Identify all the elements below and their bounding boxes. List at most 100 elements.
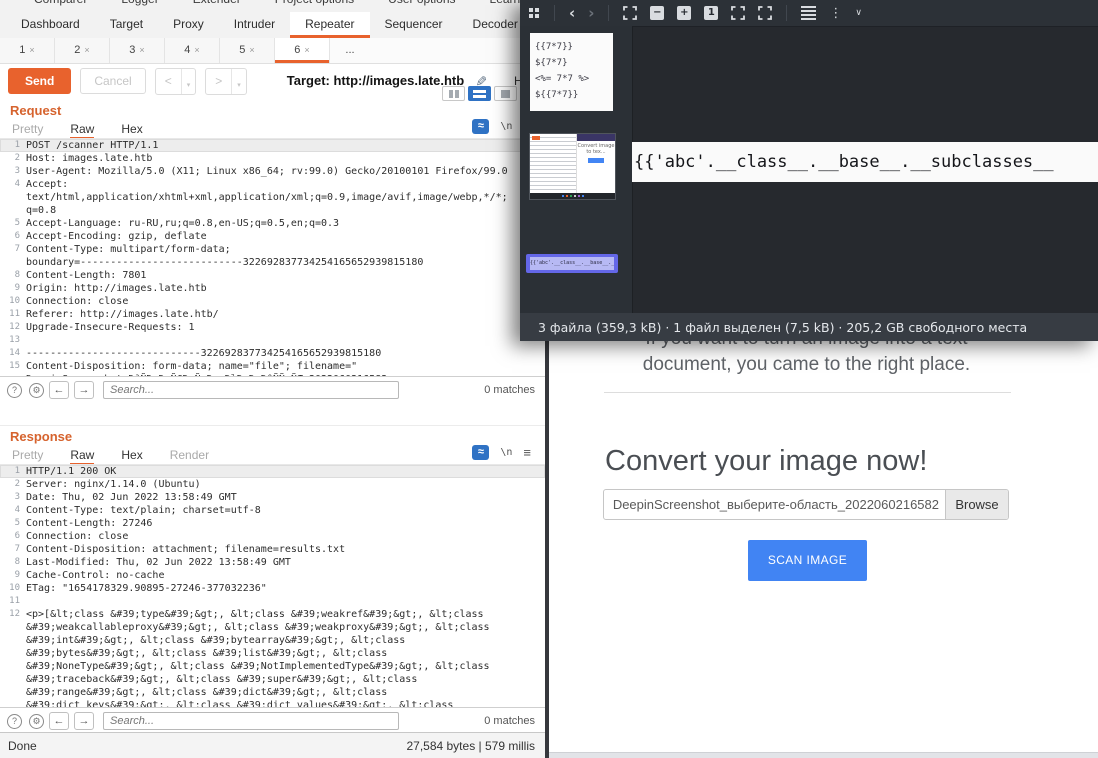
newline-toggle-icon[interactable]: \n bbox=[500, 121, 512, 132]
divider bbox=[554, 5, 555, 21]
fit-width-icon[interactable] bbox=[731, 6, 745, 20]
request-search-input[interactable] bbox=[103, 381, 399, 399]
zoom-out-icon[interactable]: − bbox=[650, 6, 664, 20]
more-options-icon[interactable]: ⋮ bbox=[829, 6, 842, 21]
close-icon[interactable]: × bbox=[139, 45, 144, 55]
view-tab[interactable]: Pretty bbox=[12, 448, 43, 465]
menu-icon[interactable]: ≡ bbox=[523, 445, 531, 460]
request-code-line: 10 Connection: close bbox=[0, 295, 545, 308]
prev-match-icon[interactable]: ← bbox=[49, 712, 69, 730]
single-layout-icon[interactable] bbox=[494, 86, 517, 101]
syntax-highlight-icon[interactable]: ≈ bbox=[472, 119, 489, 134]
response-code-line: 12 <p>[&lt;class &#39;type&#39;&gt;, &lt… bbox=[0, 608, 545, 621]
close-icon[interactable]: × bbox=[194, 45, 199, 55]
view-tab[interactable]: Raw bbox=[70, 448, 94, 465]
view-tab[interactable]: Pretty bbox=[12, 122, 43, 139]
newline-toggle-icon[interactable]: \n bbox=[500, 447, 512, 458]
file-input[interactable]: DeepinScreenshot_выберите-область_202206… bbox=[603, 489, 1009, 520]
request-code-line: 11 Referer: http://images.late.htb/ bbox=[0, 308, 545, 321]
status-bytes-time: 27,584 bytes | 579 millis bbox=[406, 739, 535, 753]
next-match-icon[interactable]: → bbox=[74, 381, 94, 399]
view-tab[interactable]: Render bbox=[170, 448, 209, 465]
response-code-line: 1 HTTP/1.1 200 OK bbox=[0, 465, 545, 478]
burp-main-tab[interactable]: Project options bbox=[275, 0, 354, 6]
viewer-main-area[interactable]: {{'abc'.__class__.__base__.__subclasses_… bbox=[632, 26, 1098, 313]
repeater-tab[interactable]: ... bbox=[330, 38, 374, 63]
burp-main-tab[interactable]: Target bbox=[95, 12, 158, 38]
cancel-button[interactable]: Cancel bbox=[80, 68, 145, 94]
close-icon[interactable]: × bbox=[249, 45, 254, 55]
request-match-count: 0 matches bbox=[484, 384, 535, 396]
request-code-line: q=0.8 bbox=[0, 204, 545, 217]
view-tab[interactable]: Hex bbox=[121, 122, 142, 139]
response-code-line: 9 Cache-Control: no-cache bbox=[0, 569, 545, 582]
repeater-tab[interactable]: 2× bbox=[55, 38, 110, 63]
list-view-icon[interactable] bbox=[801, 6, 816, 20]
chevron-down-icon[interactable]: ▾ bbox=[231, 69, 246, 94]
burp-main-tab[interactable]: Logger bbox=[121, 0, 158, 6]
rows-layout-icon[interactable] bbox=[468, 86, 491, 101]
request-code-line: 1 POST /scanner HTTP/1.1 bbox=[0, 139, 545, 152]
gear-icon[interactable]: ⚙ bbox=[29, 714, 44, 729]
thumbnail-screenshot[interactable]: Convert image to tex... bbox=[529, 133, 616, 200]
target-url: Target: http://images.late.htb bbox=[287, 68, 464, 94]
fit-window-icon[interactable] bbox=[623, 6, 637, 20]
response-code-line: 8 Last-Modified: Thu, 02 Jun 2022 13:58:… bbox=[0, 556, 545, 569]
file-input-value: DeepinScreenshot_выберите-область_202206… bbox=[604, 490, 945, 519]
help-icon[interactable]: ? bbox=[7, 714, 22, 729]
repeater-tab[interactable]: 5× bbox=[220, 38, 275, 63]
burp-main-tab[interactable]: Sequencer bbox=[370, 12, 458, 38]
repeater-tab[interactable]: 4× bbox=[165, 38, 220, 63]
view-tab[interactable]: Hex bbox=[121, 448, 142, 465]
repeater-tab[interactable]: 1× bbox=[0, 38, 55, 63]
request-code-line: 12 Upgrade-Insecure-Requests: 1 bbox=[0, 321, 545, 334]
fit-height-icon[interactable] bbox=[758, 6, 772, 20]
burp-main-tab[interactable]: Learn bbox=[490, 0, 521, 6]
burp-main-tab[interactable]: User options bbox=[388, 0, 455, 6]
chevron-down-icon[interactable]: ∨ bbox=[855, 8, 862, 18]
request-code-line: 13 bbox=[0, 334, 545, 347]
burp-suite-window: Comparer Logger Extender Project options Use… bbox=[0, 0, 545, 758]
divider bbox=[608, 5, 609, 21]
help-icon[interactable]: ? bbox=[7, 383, 22, 398]
request-code-line: 4 Accept: bbox=[0, 178, 545, 191]
burp-main-tab[interactable]: Comparer bbox=[34, 0, 87, 6]
scan-image-button[interactable]: SCAN IMAGE bbox=[748, 540, 867, 581]
send-button[interactable]: Send bbox=[8, 68, 71, 94]
back-icon[interactable]: ‹ bbox=[569, 6, 575, 20]
gear-icon[interactable]: ⚙ bbox=[29, 383, 44, 398]
zoom-in-icon[interactable]: + bbox=[677, 6, 691, 20]
view-tab[interactable]: Raw bbox=[70, 122, 94, 139]
chevron-down-icon[interactable]: ▾ bbox=[181, 69, 196, 94]
thumbnail-code-strip-selected[interactable]: {{'abc'.__class__.__base__.__subclasses_… bbox=[526, 254, 618, 273]
browse-button[interactable]: Browse bbox=[945, 490, 1008, 519]
repeater-tab[interactable]: 6× bbox=[275, 38, 330, 63]
response-match-count: 0 matches bbox=[484, 715, 535, 727]
syntax-highlight-icon[interactable]: ≈ bbox=[472, 445, 489, 460]
back-request-button[interactable]: < ▾ bbox=[155, 68, 197, 95]
repeater-tab[interactable]: 3× bbox=[110, 38, 165, 63]
actual-size-icon[interactable]: 1 bbox=[704, 6, 718, 20]
burp-main-tab[interactable]: Intruder bbox=[219, 12, 290, 38]
close-icon[interactable]: × bbox=[29, 45, 34, 55]
columns-layout-icon[interactable] bbox=[442, 86, 465, 101]
request-search-bar: ? ⚙ ← → 0 matches bbox=[0, 376, 545, 403]
forward-request-button[interactable]: > ▾ bbox=[205, 68, 247, 95]
next-match-icon[interactable]: → bbox=[74, 712, 94, 730]
burp-main-tab[interactable]: Dashboard bbox=[6, 12, 95, 38]
folder-view-icon[interactable] bbox=[529, 8, 540, 19]
response-editor[interactable]: 1 HTTP/1.1 200 OK 2 Server: nginx/1.14.0… bbox=[0, 464, 545, 708]
thumbnail-ssti-payloads[interactable]: {{7*7}}${7*7}<%= 7*7 %>${{7*7}} bbox=[530, 33, 613, 111]
request-title: Request bbox=[10, 103, 61, 118]
request-editor[interactable]: 1 POST /scanner HTTP/1.1 2 Host: images.… bbox=[0, 138, 545, 377]
request-code-line: 8 Content-Length: 7801 bbox=[0, 269, 545, 282]
close-icon[interactable]: × bbox=[84, 45, 89, 55]
mini-webpage-pane: Convert image to tex... bbox=[576, 134, 615, 193]
burp-main-tab[interactable]: Proxy bbox=[158, 12, 219, 38]
burp-main-tab[interactable]: Repeater bbox=[290, 12, 369, 38]
burp-main-tab[interactable]: Extender bbox=[193, 0, 241, 6]
response-search-input[interactable] bbox=[103, 712, 399, 730]
prev-match-icon[interactable]: ← bbox=[49, 381, 69, 399]
close-icon[interactable]: × bbox=[304, 45, 309, 55]
forward-icon[interactable]: › bbox=[588, 6, 594, 20]
